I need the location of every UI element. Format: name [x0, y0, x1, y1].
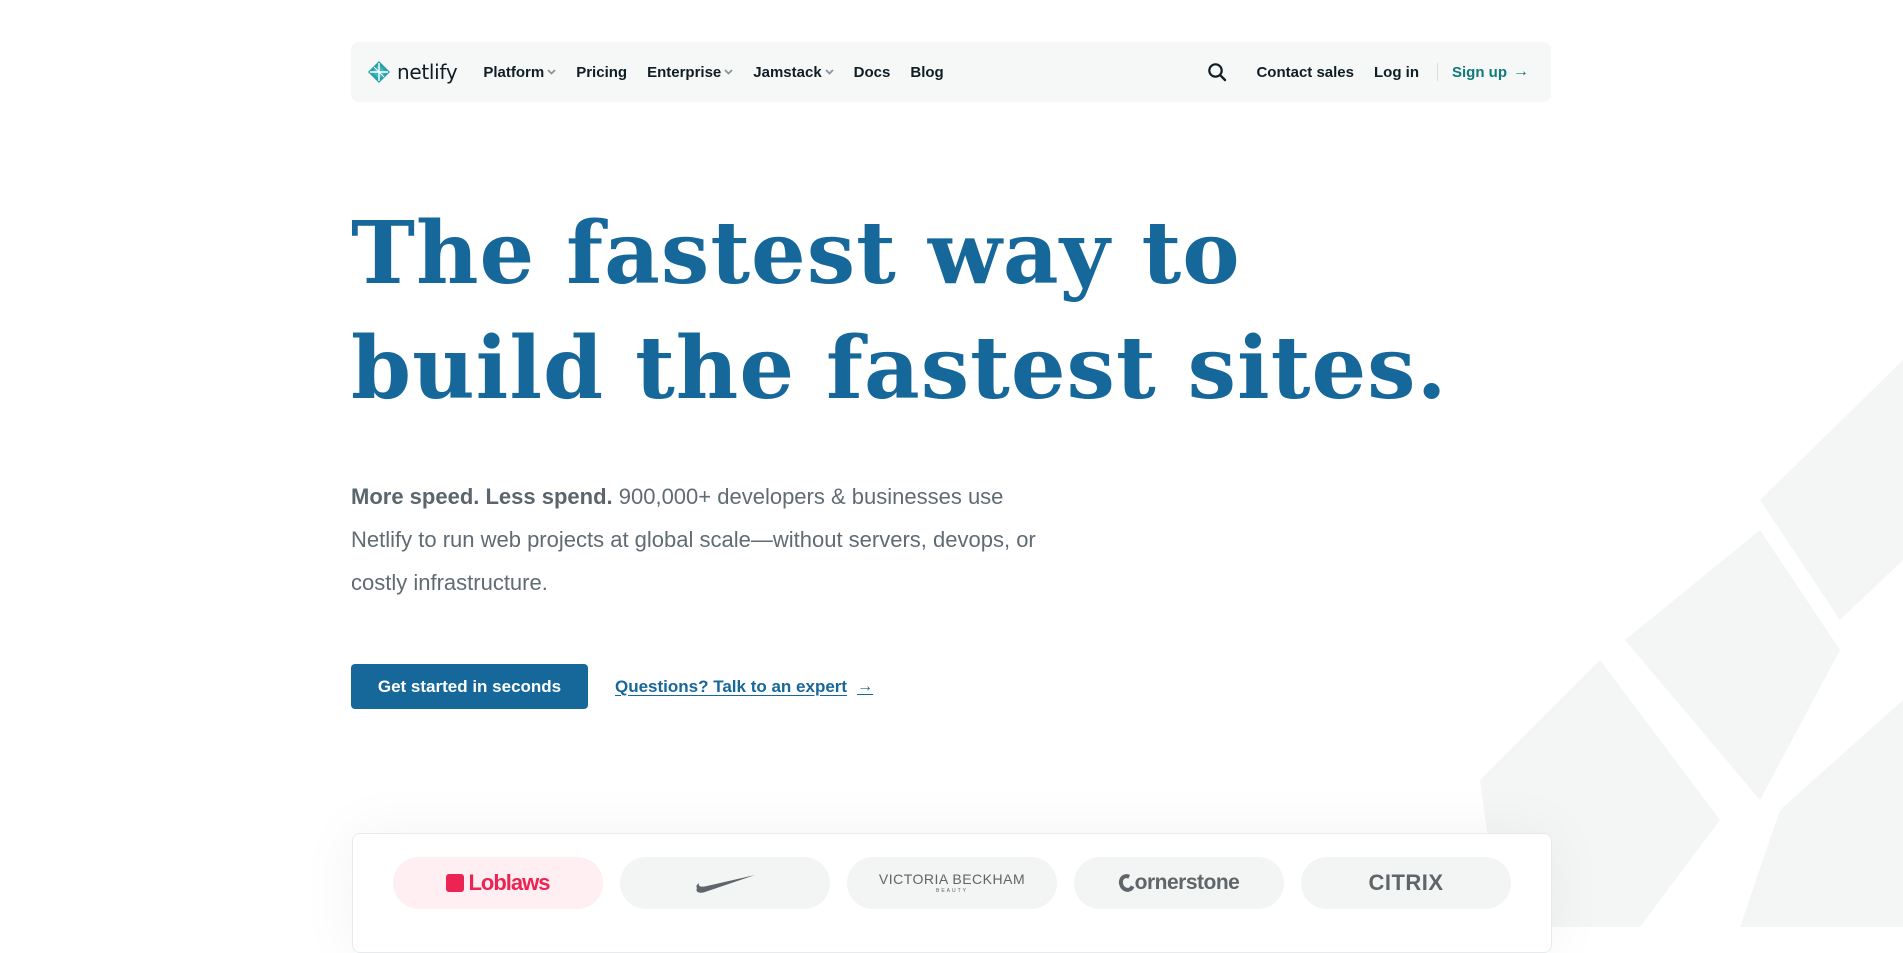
- customer-logo-citrix[interactable]: CITRIX: [1301, 857, 1511, 909]
- victoria-beckham-logo: VICTORIA BECKHAM BEAUTY: [879, 872, 1025, 894]
- top-navigation: netlify Platform Pricing Enterprise Jams…: [351, 42, 1551, 102]
- loblaws-logo: Loblaws: [446, 870, 551, 896]
- netlify-logo[interactable]: netlify: [367, 60, 458, 84]
- customer-logo-victoria-beckham[interactable]: VICTORIA BECKHAM BEAUTY: [847, 857, 1057, 909]
- arrow-right-icon: →: [1513, 63, 1529, 80]
- nav-item-label: Platform: [483, 63, 545, 81]
- nav-item-docs[interactable]: Docs: [844, 42, 901, 102]
- customer-logo-list: Loblaws VICTORIA BECKHAM BEAUTY ornersto…: [393, 857, 1511, 909]
- customer-logo-loblaws[interactable]: Loblaws: [393, 857, 603, 909]
- talk-to-expert-label: Questions? Talk to an expert: [615, 676, 848, 696]
- nav-item-label: Enterprise: [647, 63, 722, 81]
- hero-title-line-1: The fastest way to: [351, 203, 1241, 304]
- nav-item-platform[interactable]: Platform: [483, 42, 566, 102]
- hero-title: The fastest way to build the fastest sit…: [351, 196, 1501, 426]
- nav-item-pricing[interactable]: Pricing: [566, 42, 637, 102]
- chevron-down-icon: [547, 69, 556, 75]
- hero-title-line-2: build the fastest sites.: [351, 318, 1448, 419]
- log-in-label: Log in: [1374, 63, 1419, 81]
- log-in-link[interactable]: Log in: [1364, 42, 1429, 102]
- chevron-down-icon: [724, 69, 733, 75]
- get-started-button[interactable]: Get started in seconds: [351, 664, 588, 709]
- talk-to-expert-link[interactable]: Questions? Talk to an expert →: [615, 677, 873, 697]
- logo-wordmark: netlify: [397, 60, 458, 84]
- sign-up-link[interactable]: Sign up →: [1444, 63, 1535, 81]
- secondary-nav: Contact sales Log in Sign up →: [1206, 42, 1535, 102]
- hero-subtitle-emphasis: More speed. Less spend.: [351, 484, 613, 509]
- victoria-beckham-sub: BEAUTY: [935, 888, 968, 894]
- hero-cta-row: Get started in seconds Questions? Talk t…: [351, 664, 873, 709]
- sign-up-label: Sign up: [1452, 63, 1507, 81]
- nav-item-jamstack[interactable]: Jamstack: [743, 42, 843, 102]
- netlify-diamond-icon: [368, 61, 390, 83]
- loblaws-mark-icon: [446, 874, 465, 892]
- background-decoration: [1480, 360, 1903, 927]
- arrow-right-icon: →: [857, 677, 874, 695]
- chevron-down-icon: [825, 69, 834, 75]
- nav-item-label: Blog: [910, 63, 944, 81]
- nav-divider: [1437, 63, 1438, 81]
- contact-sales-label: Contact sales: [1256, 63, 1354, 81]
- nav-item-label: Docs: [853, 63, 891, 81]
- nike-swoosh-icon: [696, 875, 755, 893]
- loblaws-wordmark: Loblaws: [468, 870, 550, 895]
- search-icon: [1208, 63, 1227, 82]
- nav-item-label: Pricing: [576, 63, 628, 81]
- nav-item-enterprise[interactable]: Enterprise: [637, 42, 743, 102]
- victoria-beckham-wordmark: VICTORIA BECKHAM: [878, 871, 1026, 887]
- primary-nav-links: Platform Pricing Enterprise Jamstack Doc…: [483, 42, 953, 102]
- hero-subtitle: More speed. Less spend. 900,000+ develop…: [351, 475, 1051, 604]
- customer-logos-panel: Loblaws VICTORIA BECKHAM BEAUTY ornersto…: [352, 833, 1552, 953]
- contact-sales-link[interactable]: Contact sales: [1246, 42, 1364, 102]
- cornerstone-wordmark: ornerstone: [1134, 871, 1240, 894]
- citrix-wordmark: CITRIX: [1368, 870, 1444, 895]
- nav-item-blog[interactable]: Blog: [900, 42, 953, 102]
- cornerstone-logo: ornerstone: [1116, 871, 1240, 895]
- customer-logo-cornerstone[interactable]: ornerstone: [1074, 857, 1284, 909]
- nav-item-label: Jamstack: [753, 63, 822, 81]
- customer-logo-nike[interactable]: [620, 857, 830, 909]
- search-button[interactable]: [1206, 61, 1228, 83]
